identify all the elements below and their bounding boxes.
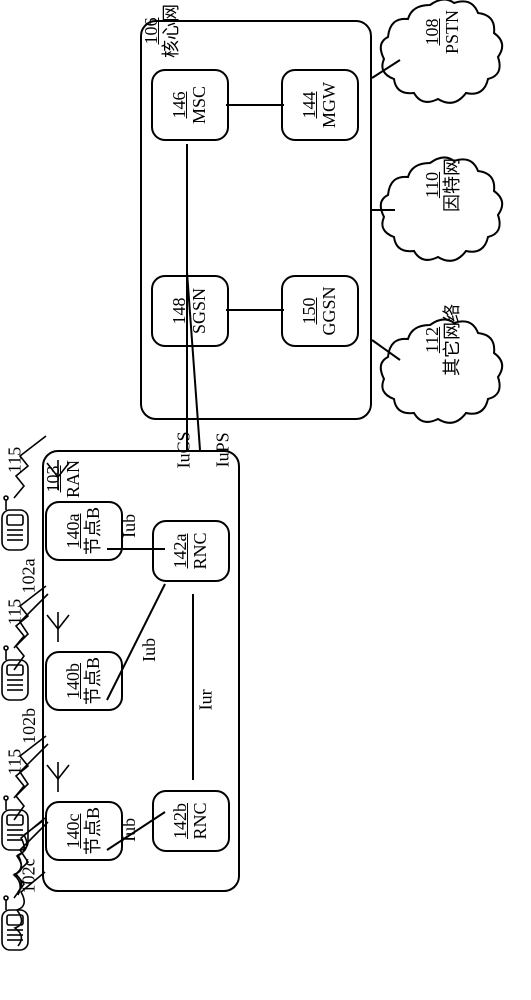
ggsn-name: GGSN xyxy=(320,287,340,336)
ran-id: 103 xyxy=(43,466,63,493)
iucs-label: IuCS xyxy=(175,431,195,468)
rnc-b-name: RNC xyxy=(191,803,211,840)
sgsn-name: SGSN xyxy=(190,288,210,334)
ran-name: RAN xyxy=(63,460,83,498)
phone-a2 xyxy=(2,496,28,550)
iups-label: IuPS xyxy=(214,432,234,467)
mgw-id: 144 xyxy=(300,92,320,119)
msc-name: MSC xyxy=(190,86,210,124)
rnc-b-id: 142b xyxy=(171,803,191,839)
ue-c-id: 102c xyxy=(20,858,40,893)
rnc-b: 142b RNC xyxy=(152,790,230,852)
ggsn-box: 150 GGSN xyxy=(281,275,359,347)
nodeb-c-name: 节点B xyxy=(84,807,104,855)
rnc-a-id: 142a xyxy=(171,534,191,569)
rnc-a-name: RNC xyxy=(191,533,211,570)
iub-c-label: Iub xyxy=(120,818,140,842)
msc-box: 146 MSC xyxy=(151,69,229,141)
sgsn-id: 148 xyxy=(170,298,190,325)
phone-b2 xyxy=(2,646,28,700)
iub-a-label: Iub xyxy=(120,514,140,538)
air-c-id: 115 xyxy=(5,749,25,775)
air-b-id: 115 xyxy=(5,599,25,625)
nodeb-a-id: 140a xyxy=(64,514,84,549)
nodeb-b-id: 140b xyxy=(64,663,84,699)
nodeb-c: 140c 节点B xyxy=(45,801,123,861)
ue-a-id: 102a xyxy=(20,558,40,593)
msc-id: 146 xyxy=(170,92,190,119)
mgw-name: MGW xyxy=(320,82,340,128)
nodeb-b: 140b 节点B xyxy=(45,651,123,711)
core-id: 106 xyxy=(141,18,161,45)
nodeb-a: 140a 节点B xyxy=(45,501,123,561)
nodeb-a-name: 节点B xyxy=(84,507,104,555)
phone-c2 xyxy=(2,796,28,850)
sgsn-box: 148 SGSN xyxy=(151,275,229,347)
ggsn-id: 150 xyxy=(300,298,320,325)
iub-b-label: Iub xyxy=(140,638,160,662)
core-name: 核心网 xyxy=(161,4,181,58)
nodeb-c-id: 140c xyxy=(64,814,84,849)
mgw-box: 144 MGW xyxy=(281,69,359,141)
nodeb-b-name: 节点B xyxy=(84,657,104,705)
iur-label: Iur xyxy=(197,689,217,710)
air-a-id: 115 xyxy=(5,447,25,473)
rnc-a: 142a RNC xyxy=(152,520,230,582)
ue-b-id: 102b xyxy=(20,708,40,744)
